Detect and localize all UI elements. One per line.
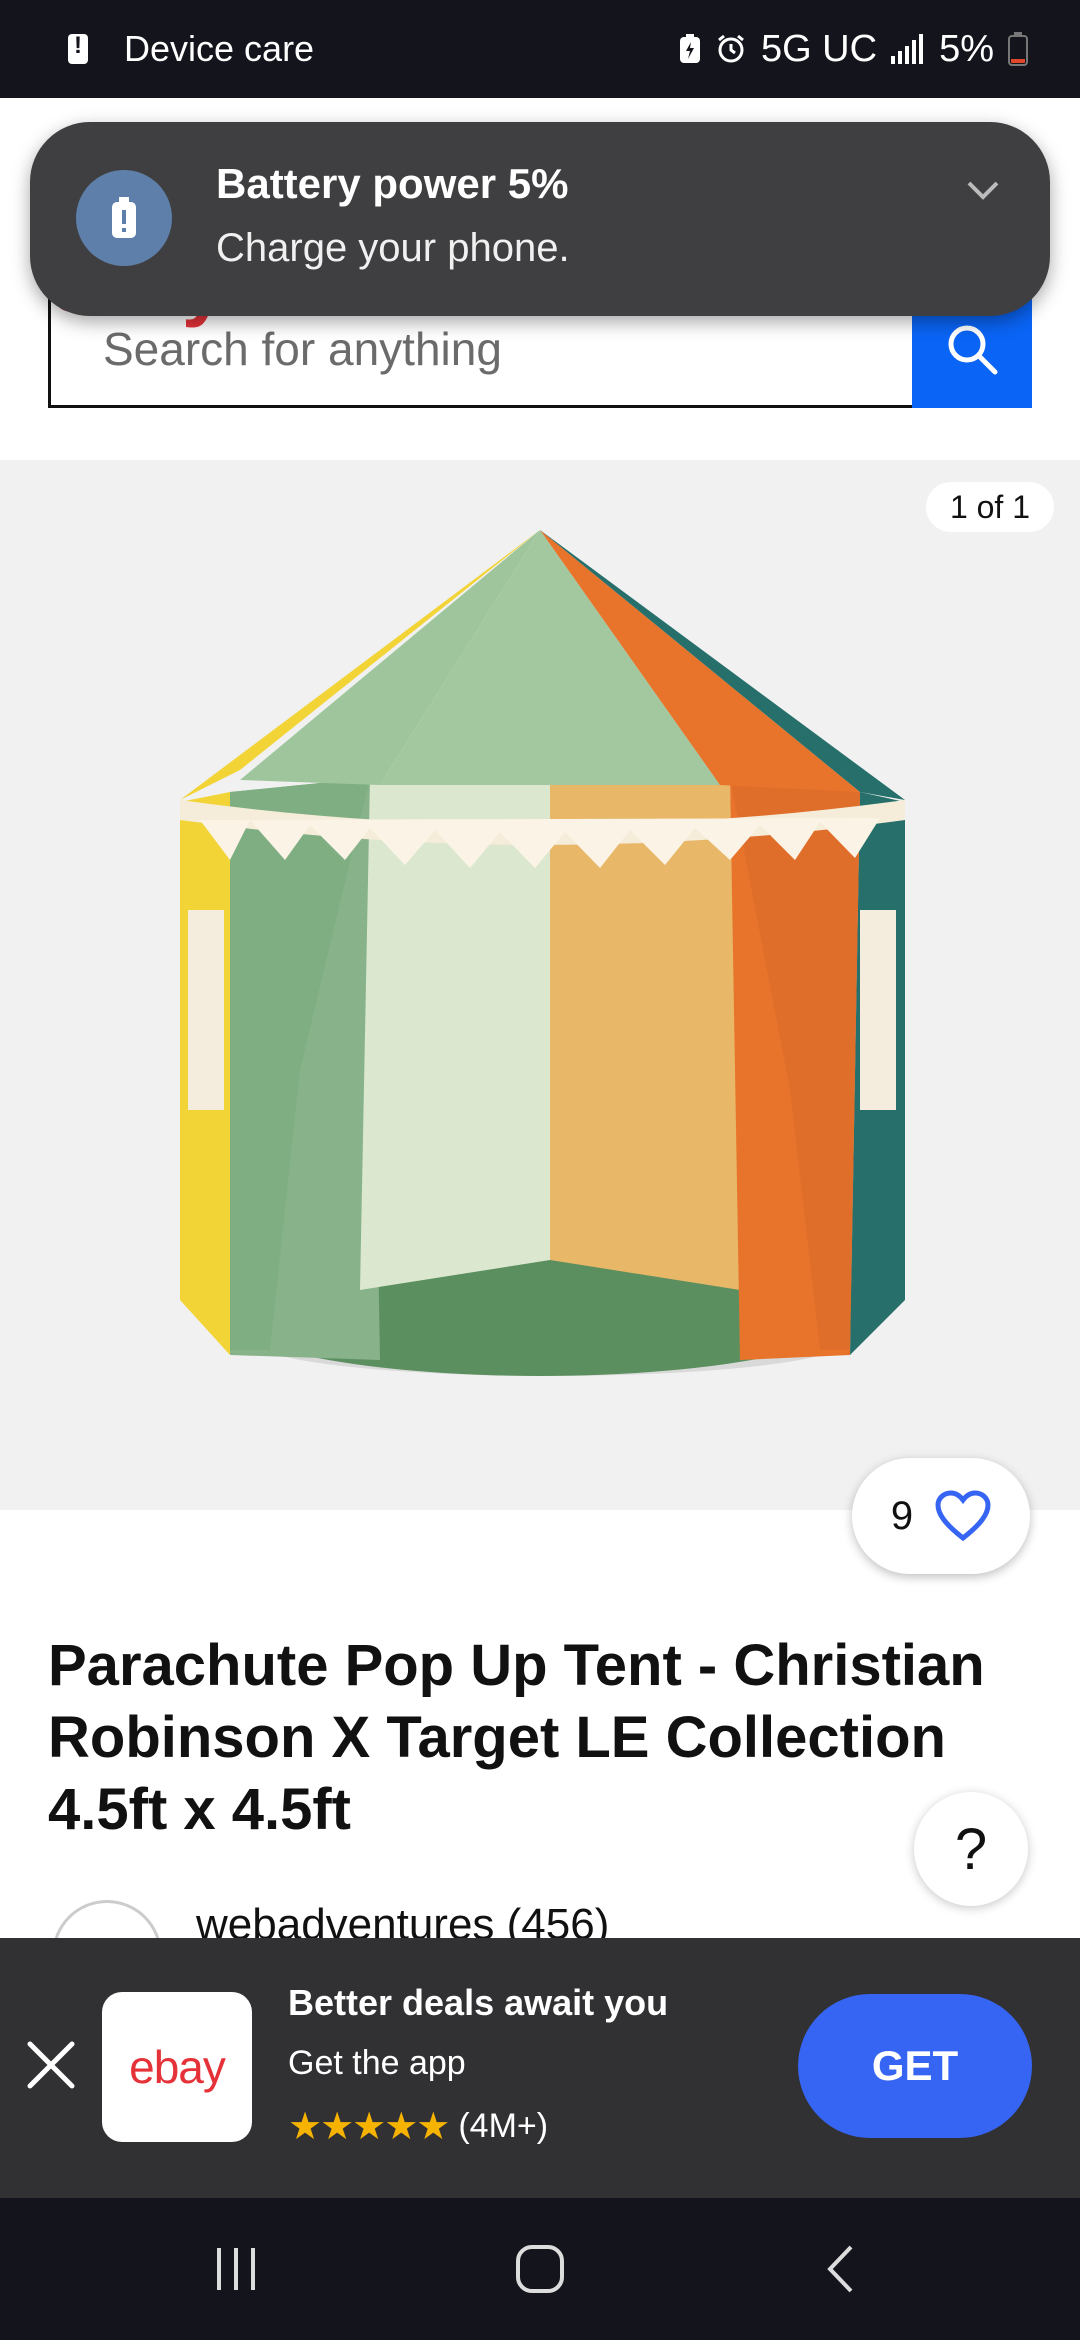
battery-percent: 5% — [939, 27, 994, 70]
banner-subtext: Get the app — [288, 2044, 466, 2082]
status-bar: Device care 5G UC 5% — [0, 0, 1080, 98]
close-icon[interactable] — [24, 2038, 78, 2092]
battery-alert-icon — [76, 170, 172, 266]
battery-saver-icon — [679, 34, 700, 63]
get-app-button[interactable]: GET — [798, 1994, 1032, 2138]
notification-title: Battery power 5% — [216, 160, 569, 207]
back-button[interactable] — [760, 2198, 920, 2340]
recents-icon — [217, 2248, 255, 2290]
banner-headline: Better deals await you — [288, 1982, 669, 2023]
ebay-app-logo: ebay — [102, 1992, 252, 2142]
notification-body: Charge your phone. — [216, 226, 570, 270]
app-install-banner: ebay Better deals await you Get the app … — [0, 1938, 1080, 2198]
recents-button[interactable] — [156, 2198, 316, 2340]
product-gallery[interactable]: 1 of 1 — [0, 460, 1080, 1510]
watch-button[interactable]: 9 — [852, 1458, 1030, 1574]
help-button[interactable]: ? — [914, 1792, 1028, 1906]
search-icon — [948, 325, 998, 375]
battery-icon — [1008, 32, 1028, 66]
watch-count: 9 — [890, 1493, 914, 1538]
battery-notification[interactable]: Battery power 5% Charge your phone. — [30, 122, 1050, 316]
star-rating: ★★★★★ — [288, 2106, 450, 2148]
status-app-label: Device care — [124, 28, 315, 69]
heart-icon — [935, 1490, 991, 1542]
product-title: Parachute Pop Up Tent - Christian Robins… — [48, 1633, 985, 1842]
back-icon — [827, 2245, 853, 2293]
ebay-app-logo-text: ebay — [129, 2041, 226, 2093]
device-care-alert-icon — [68, 32, 88, 64]
signal-icon — [891, 34, 924, 64]
product-image[interactable] — [160, 530, 990, 1410]
image-counter: 1 of 1 — [925, 482, 1054, 532]
chevron-down-icon[interactable] — [966, 180, 1000, 202]
status-right: 5G UC 5% — [679, 0, 1028, 98]
home-icon — [516, 2245, 564, 2293]
alarm-icon — [718, 34, 744, 63]
rating-count: (4M+) — [458, 2107, 549, 2145]
network-type: 5G UC — [760, 27, 878, 70]
banner-rating: ★★★★★ (4M+) — [288, 2104, 548, 2149]
home-button[interactable] — [460, 2198, 620, 2340]
status-left: Device care — [68, 0, 314, 98]
system-nav-bar — [0, 2198, 1080, 2340]
